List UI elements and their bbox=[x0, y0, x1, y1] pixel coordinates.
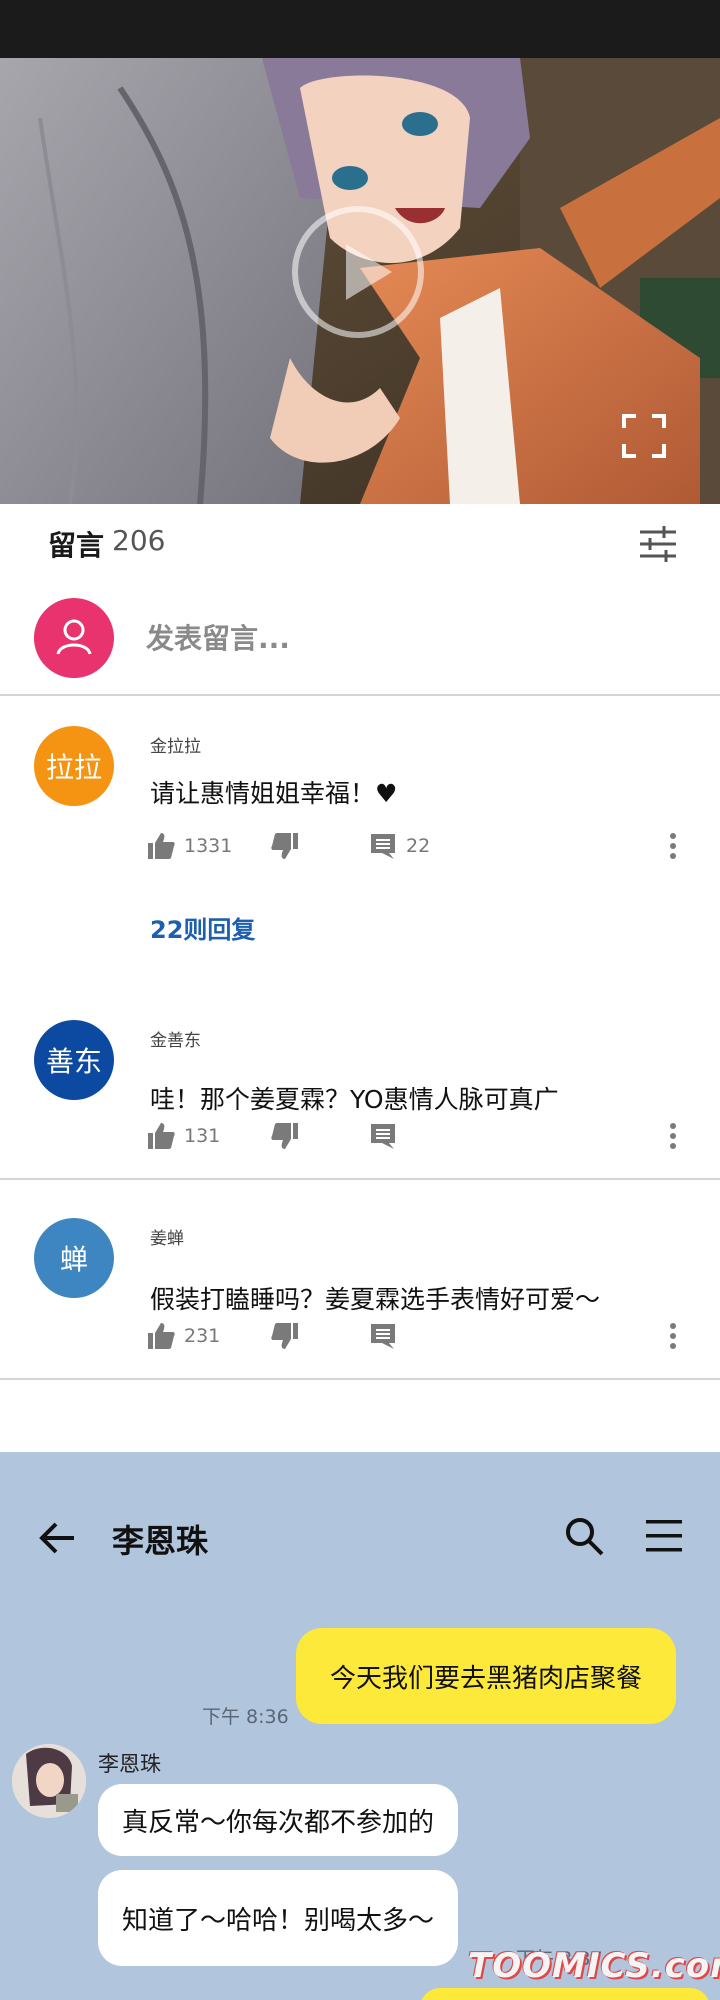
chat-message-received: 真反常～你每次都不参加的 bbox=[98, 1784, 459, 1856]
reply-count: 22 bbox=[406, 835, 431, 857]
search-icon[interactable] bbox=[562, 1514, 606, 1558]
reply-button[interactable] bbox=[368, 1118, 398, 1154]
comment-author[interactable]: 姜蝉 bbox=[150, 1224, 184, 1249]
comment-text: 假装打瞌睡吗？姜夏霖选手表情好可爱～ bbox=[150, 1285, 601, 1314]
compose-comment-row bbox=[0, 580, 720, 696]
comment-divider bbox=[0, 1378, 720, 1380]
video-player[interactable] bbox=[0, 58, 720, 504]
comment-text: 请让惠情姐姐幸福！♥ bbox=[150, 779, 398, 808]
thumb-up-icon bbox=[148, 833, 175, 859]
comment-divider bbox=[0, 1178, 720, 1180]
chat-message-sent: 今天我们要去黑猪肉店聚餐 bbox=[296, 1628, 677, 1724]
user-avatar bbox=[34, 598, 114, 678]
more-vertical-icon[interactable] bbox=[666, 1320, 680, 1352]
like-count: 131 bbox=[184, 1125, 221, 1147]
thumb-up-icon bbox=[148, 1323, 175, 1349]
chat-contact-name: 李恩珠 bbox=[112, 1522, 209, 1560]
comment-text: 哇！那个姜夏霖？YO惠情人脉可真广 bbox=[150, 1085, 559, 1114]
user-icon bbox=[56, 619, 92, 655]
thumb-up-icon bbox=[148, 1123, 175, 1149]
comment-actions: 231 bbox=[146, 1318, 686, 1354]
comment-actions: 131 bbox=[146, 1118, 686, 1154]
watermark-logo: TOOMICS.com bbox=[468, 1946, 720, 1986]
chat-message-received: 知道了～哈哈！别喝太多～ bbox=[98, 1870, 459, 1966]
reply-icon bbox=[371, 834, 395, 859]
more-vertical-icon[interactable] bbox=[666, 1120, 680, 1152]
menu-icon[interactable] bbox=[644, 1518, 684, 1554]
thumb-down-icon bbox=[271, 833, 298, 859]
dislike-button[interactable] bbox=[270, 1318, 300, 1354]
top-status-bar bbox=[0, 0, 720, 58]
sender-avatar-art bbox=[12, 1744, 86, 1818]
comment-input[interactable] bbox=[146, 616, 666, 660]
fullscreen-icon[interactable] bbox=[622, 414, 666, 458]
like-button[interactable]: 1331 bbox=[146, 828, 232, 864]
comment-avatar: 善东 bbox=[34, 1020, 114, 1100]
comment-actions: 1331 22 bbox=[146, 828, 686, 864]
comment-author[interactable]: 金善东 bbox=[150, 1026, 201, 1051]
reply-icon bbox=[371, 1324, 395, 1349]
reply-button[interactable]: 22 bbox=[368, 828, 430, 864]
thumb-down-icon bbox=[271, 1323, 298, 1349]
more-vertical-icon[interactable] bbox=[666, 830, 680, 862]
view-replies-link[interactable]: 22则回复 bbox=[150, 910, 255, 945]
like-count: 231 bbox=[184, 1325, 221, 1347]
chat-panel: 李恩珠 今天我们要去黑猪肉店聚餐 下午 8:36 李恩珠 真反常～你每次都不参加… bbox=[0, 1452, 720, 2000]
like-count: 1331 bbox=[184, 835, 233, 857]
comments-title: 留言 bbox=[48, 529, 105, 562]
dislike-button[interactable] bbox=[270, 1118, 300, 1154]
comments-count: 206 bbox=[112, 524, 166, 557]
comments-header: 留言 206 bbox=[0, 504, 720, 580]
comment-avatar: 拉拉 bbox=[34, 726, 114, 806]
reply-button[interactable] bbox=[368, 1318, 398, 1354]
like-button[interactable]: 231 bbox=[146, 1318, 220, 1354]
like-button[interactable]: 131 bbox=[146, 1118, 220, 1154]
sender-name: 李恩珠 bbox=[98, 1752, 161, 1776]
comment-author[interactable]: 金拉拉 bbox=[150, 732, 201, 757]
dislike-button[interactable] bbox=[270, 828, 300, 864]
back-arrow-icon[interactable] bbox=[36, 1516, 80, 1560]
filter-icon[interactable] bbox=[636, 522, 680, 566]
comment-avatar: 蝉 bbox=[34, 1218, 114, 1298]
thumb-down-icon bbox=[271, 1123, 298, 1149]
message-time: 下午 8:36 bbox=[202, 1706, 289, 1728]
reply-icon bbox=[371, 1124, 395, 1149]
play-button[interactable] bbox=[292, 206, 424, 338]
chat-message-sent-partial bbox=[420, 1988, 710, 2000]
sender-avatar bbox=[12, 1744, 86, 1818]
